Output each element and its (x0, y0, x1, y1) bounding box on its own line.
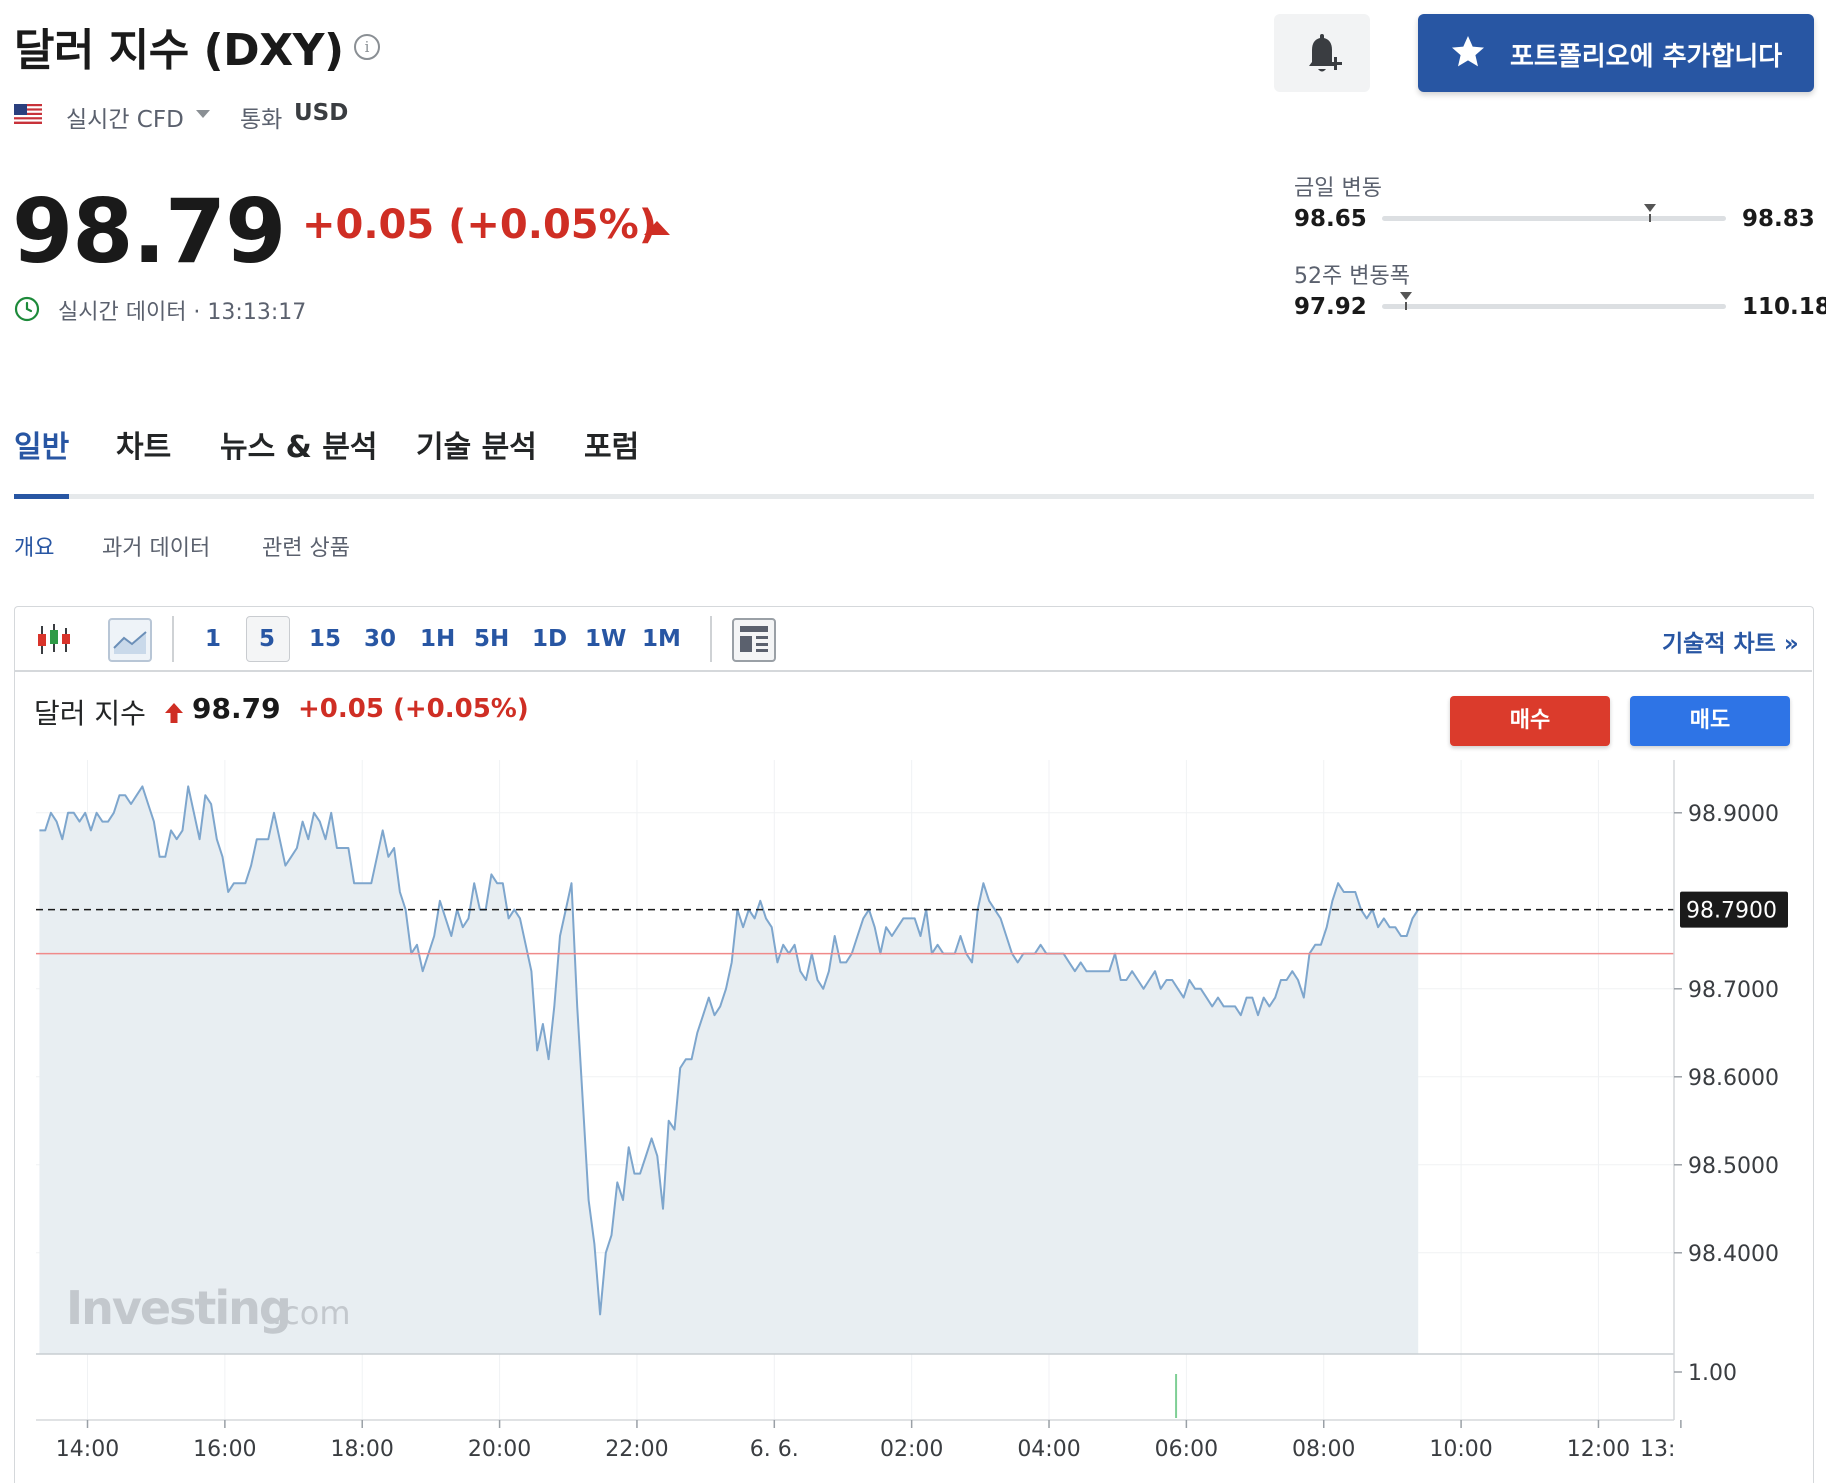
watermark-suffix: .com (272, 1294, 351, 1332)
x-tick-label: 16:00 (193, 1437, 256, 1462)
x-tick-label: 18:00 (331, 1437, 394, 1462)
x-tick-label: 14:00 (56, 1437, 119, 1462)
y-tick-label: 98.9000 (1688, 802, 1779, 827)
volume-tick-label: 1.00 (1688, 1361, 1737, 1386)
y-tick-label: 98.7000 (1688, 978, 1779, 1003)
area-fill (39, 786, 1419, 1354)
x-tick-label: 04:00 (1017, 1437, 1080, 1462)
y-tick-label: 98.4000 (1688, 1242, 1779, 1267)
watermark-logo: Investing (66, 1281, 290, 1335)
x-tick-label: 6. 6. (750, 1437, 799, 1462)
x-tick-label: 13: (1640, 1437, 1675, 1462)
x-tick-label: 12:00 (1567, 1437, 1630, 1462)
price-chart[interactable]: 98.9000 98.7000 98.6000 98.5000 98.4000 98.79… (0, 0, 1826, 1482)
x-tick-label: 20:00 (468, 1437, 531, 1462)
x-tick-label: 08:00 (1292, 1437, 1355, 1462)
x-tick-label: 22:00 (605, 1437, 668, 1462)
y-tick-label: 98.5000 (1688, 1154, 1779, 1179)
x-tick-label: 10:00 (1429, 1437, 1492, 1462)
y-tick-label: 98.6000 (1688, 1066, 1779, 1091)
x-tick-label: 06:00 (1155, 1437, 1218, 1462)
x-tick-label: 02:00 (880, 1437, 943, 1462)
current-price-tag-label: 98.7900 (1686, 899, 1777, 924)
